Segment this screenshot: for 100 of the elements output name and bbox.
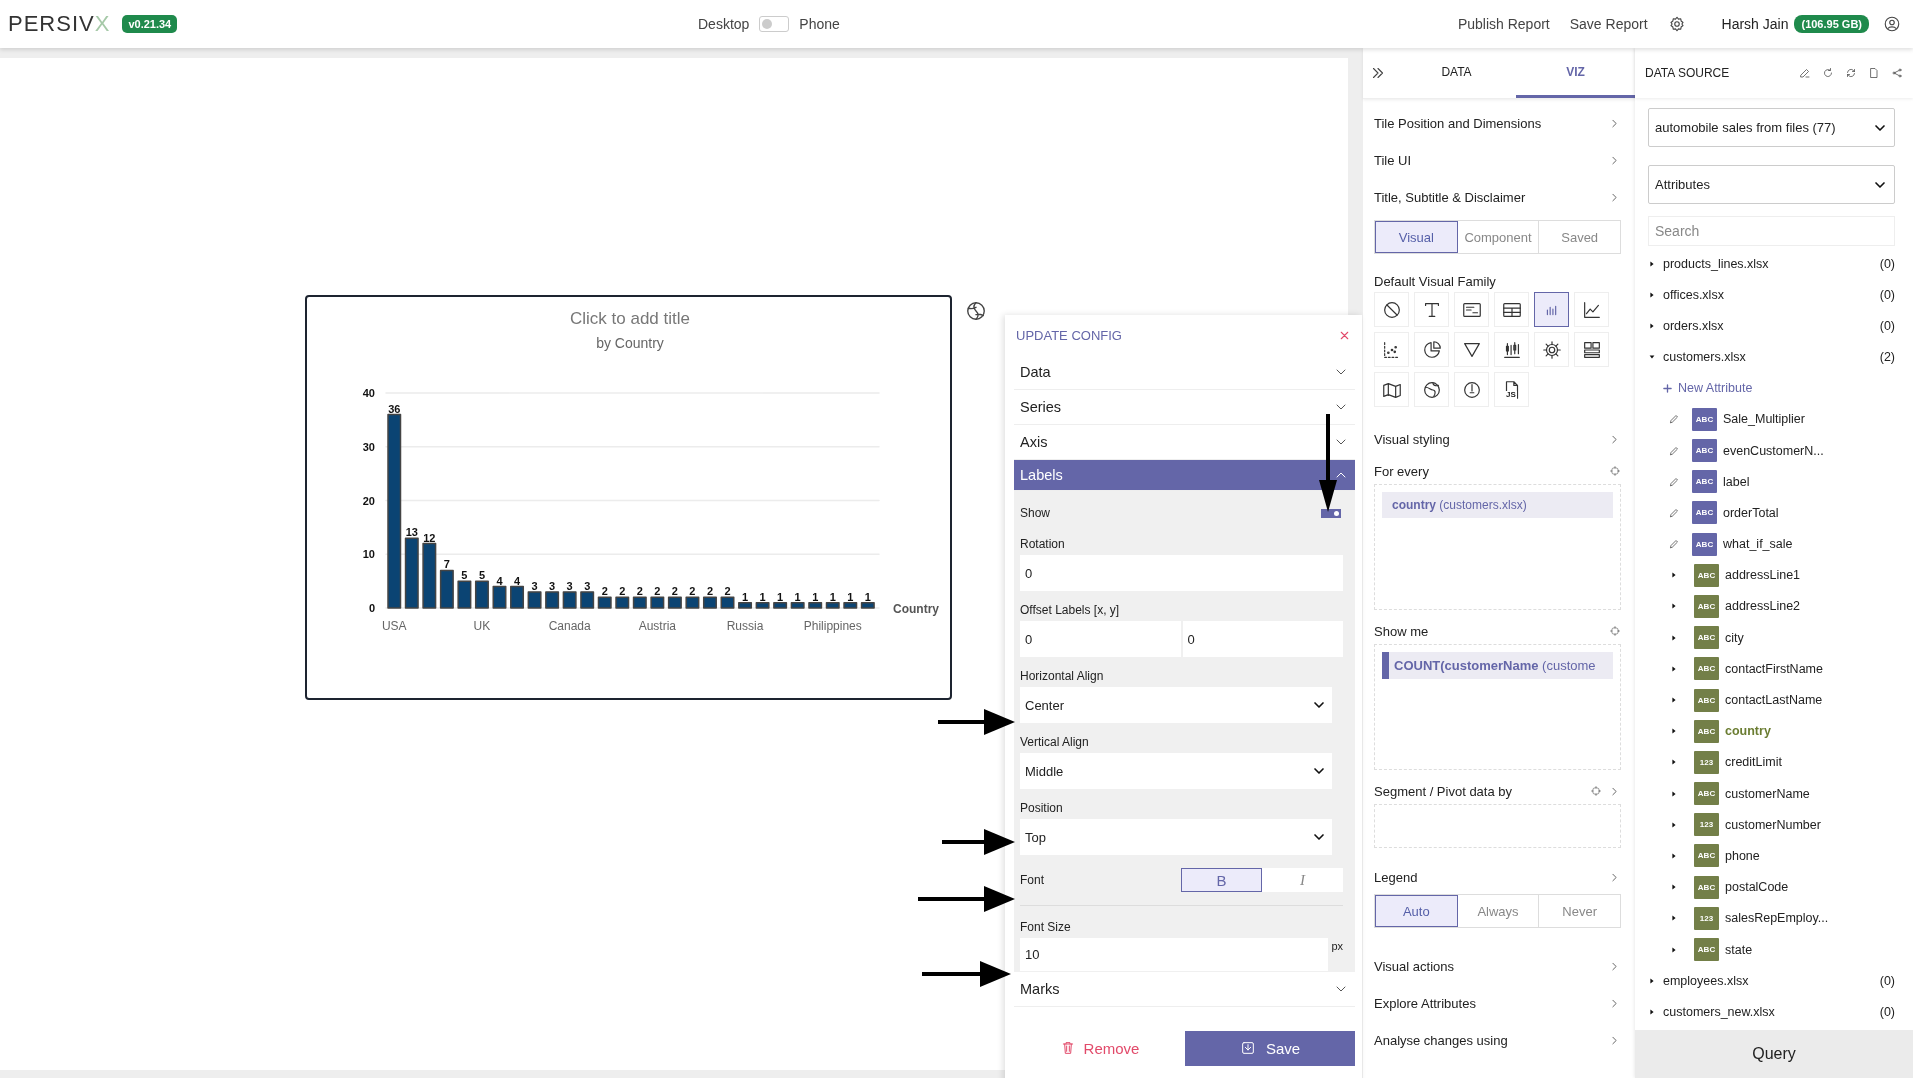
drop-zone[interactable]: country (customers.xlsx) bbox=[1374, 484, 1621, 610]
caret-icon[interactable] bbox=[1670, 945, 1678, 954]
caret-icon[interactable] bbox=[1648, 1007, 1656, 1016]
font-style-button[interactable]: B bbox=[1181, 868, 1262, 892]
mode-tab[interactable]: Saved bbox=[1539, 221, 1620, 253]
caret-icon[interactable] bbox=[1670, 883, 1678, 892]
attribute-name[interactable]: customerNumber bbox=[1725, 817, 1821, 832]
bar[interactable] bbox=[545, 591, 560, 609]
caret-icon[interactable] bbox=[1670, 727, 1678, 736]
chart-title[interactable]: Click to add title bbox=[570, 309, 690, 328]
bar[interactable] bbox=[404, 537, 419, 609]
dataset-select[interactable]: automobile sales from files (77) bbox=[1648, 108, 1895, 147]
bar[interactable] bbox=[422, 542, 437, 609]
mode-tab[interactable]: Component bbox=[1457, 221, 1540, 253]
mode-tab[interactable]: Visual bbox=[1375, 221, 1458, 253]
bar[interactable] bbox=[860, 601, 875, 609]
report-action-link[interactable]: Publish Report bbox=[1457, 16, 1550, 32]
attribute-name[interactable]: evenCustomerN... bbox=[1723, 443, 1824, 458]
legend-option[interactable]: Never bbox=[1539, 895, 1620, 927]
target-icon[interactable] bbox=[1609, 465, 1621, 477]
caret-icon[interactable] bbox=[1648, 290, 1656, 299]
remove-button[interactable]: Remove bbox=[1014, 1030, 1185, 1066]
bar[interactable] bbox=[597, 596, 612, 609]
bar[interactable] bbox=[790, 601, 805, 609]
caret-icon[interactable] bbox=[1670, 789, 1678, 798]
bar[interactable] bbox=[632, 596, 647, 609]
section-header[interactable]: Series bbox=[1014, 390, 1355, 425]
bar[interactable] bbox=[439, 569, 454, 609]
bar[interactable] bbox=[808, 601, 823, 609]
attribute-name[interactable]: country bbox=[1725, 724, 1771, 739]
field-chip[interactable]: country (customers.xlsx) bbox=[1382, 492, 1613, 518]
settings-link[interactable]: Visual styling bbox=[1374, 432, 1450, 447]
file-name[interactable]: products_lines.xlsx bbox=[1663, 256, 1769, 271]
bar[interactable] bbox=[685, 596, 700, 609]
select-field[interactable]: Middle bbox=[1020, 753, 1332, 789]
file-name[interactable]: orders.xlsx bbox=[1663, 318, 1724, 333]
measure-chip[interactable]: COUNT(customerName (custome bbox=[1382, 652, 1613, 679]
select-field[interactable]: Top bbox=[1020, 819, 1332, 855]
section-header[interactable]: Labels bbox=[1014, 460, 1355, 491]
legend-option[interactable]: Always bbox=[1457, 895, 1540, 927]
settings-link[interactable]: Visual actions bbox=[1374, 959, 1454, 974]
bar[interactable] bbox=[562, 591, 577, 609]
settings-link[interactable]: Explore Attributes bbox=[1374, 996, 1476, 1011]
attribute-name[interactable]: what_if_sale bbox=[1723, 537, 1793, 552]
bar[interactable] bbox=[474, 580, 489, 609]
font-style-button[interactable]: I bbox=[1262, 868, 1343, 892]
attribute-name[interactable]: Sale_Multiplier bbox=[1723, 412, 1805, 427]
caret-icon[interactable] bbox=[1670, 571, 1678, 580]
bar[interactable] bbox=[720, 596, 735, 609]
select-field[interactable]: Center bbox=[1020, 687, 1332, 723]
caret-icon[interactable] bbox=[1670, 602, 1678, 611]
visual-type-button[interactable]: JS bbox=[1494, 372, 1529, 407]
user-icon[interactable] bbox=[1883, 15, 1901, 33]
bar[interactable] bbox=[825, 601, 840, 609]
caret-icon[interactable] bbox=[1670, 696, 1678, 705]
show-toggle[interactable] bbox=[1321, 508, 1341, 518]
attribute-name[interactable]: salesRepEmploy... bbox=[1725, 911, 1829, 926]
caret-icon[interactable] bbox=[1670, 914, 1678, 923]
sync-icon[interactable] bbox=[1845, 67, 1857, 79]
bar[interactable] bbox=[738, 601, 753, 609]
drop-zone[interactable]: COUNT(customerName (custome bbox=[1374, 644, 1621, 770]
caret-icon[interactable] bbox=[1670, 820, 1678, 829]
input-field[interactable]: 10 bbox=[1020, 938, 1329, 971]
view-toggle[interactable] bbox=[759, 16, 790, 32]
attribute-name[interactable]: creditLimit bbox=[1725, 755, 1782, 770]
file-name[interactable]: offices.xlsx bbox=[1663, 287, 1724, 302]
settings-link[interactable]: Analyse changes using bbox=[1374, 1033, 1508, 1048]
file-icon[interactable] bbox=[1868, 67, 1880, 79]
attribute-name[interactable]: city bbox=[1725, 630, 1744, 645]
attribute-name[interactable]: postalCode bbox=[1725, 880, 1789, 895]
attribute-name[interactable]: phone bbox=[1725, 848, 1760, 863]
attribute-name[interactable]: addressLine2 bbox=[1725, 599, 1801, 614]
bar[interactable] bbox=[755, 601, 770, 609]
caret-icon[interactable] bbox=[1670, 633, 1678, 642]
save-button[interactable]: Save bbox=[1185, 1030, 1355, 1066]
settings-link[interactable]: Tile Position and Dimensions bbox=[1374, 116, 1542, 131]
bar[interactable] bbox=[667, 596, 682, 609]
target-icon[interactable] bbox=[1590, 785, 1602, 797]
caret-icon[interactable] bbox=[1648, 321, 1656, 330]
panel-tab[interactable]: DATA bbox=[1397, 48, 1516, 98]
bar[interactable] bbox=[510, 585, 525, 609]
bar[interactable] bbox=[615, 596, 630, 609]
legend-option[interactable]: Auto bbox=[1375, 895, 1458, 927]
query-button[interactable]: Query bbox=[1635, 1030, 1913, 1078]
bar[interactable] bbox=[650, 596, 665, 609]
attribute-name[interactable]: customerName bbox=[1725, 786, 1810, 801]
view-select[interactable]: Attributes bbox=[1648, 165, 1895, 204]
bar[interactable] bbox=[457, 580, 472, 609]
attribute-name[interactable]: addressLine1 bbox=[1725, 568, 1801, 583]
bar[interactable] bbox=[580, 591, 595, 609]
file-name[interactable]: employees.xlsx bbox=[1663, 973, 1749, 988]
edit-icon[interactable] bbox=[1799, 67, 1811, 79]
new-attribute-link[interactable]: New Attribute bbox=[1648, 372, 1895, 404]
file-name[interactable]: customers.xlsx bbox=[1663, 350, 1746, 365]
section-header[interactable]: Marks bbox=[1014, 972, 1355, 1007]
file-name[interactable]: customers_new.xlsx bbox=[1663, 1004, 1775, 1019]
section-header[interactable]: Data bbox=[1014, 355, 1355, 390]
input-field[interactable]: 0 bbox=[1020, 621, 1181, 657]
bar[interactable] bbox=[387, 413, 402, 609]
share-icon[interactable] bbox=[1891, 67, 1903, 79]
